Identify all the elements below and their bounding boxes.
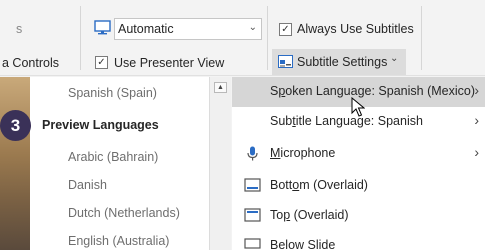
- language-item[interactable]: English (Australia): [68, 234, 169, 248]
- use-presenter-view-label[interactable]: Use Presenter View: [114, 56, 224, 70]
- subtitle-settings-label: Subtitle Settings: [297, 55, 388, 69]
- ribbon: s a Controls Automatic ⌄ ✓ Use Presenter…: [0, 0, 485, 76]
- menu-item-label: Subtitle Language: Spanish: [270, 114, 423, 128]
- language-item[interactable]: Dutch (Netherlands): [68, 206, 180, 220]
- always-use-subtitles-label[interactable]: Always Use Subtitles: [297, 22, 414, 36]
- monitor-icon: [94, 20, 111, 35]
- subtitle-settings-icon: [278, 55, 293, 68]
- chevron-down-icon: ⌄: [248, 22, 257, 33]
- ribbon-separator: [267, 6, 268, 70]
- step-badge: 3: [0, 110, 31, 141]
- menu-item-bottom-overlaid[interactable]: Bottom (Overlaid): [232, 171, 485, 201]
- menu-item-top-overlaid[interactable]: Top (Overlaid): [232, 201, 485, 231]
- slide-thumbnail: [0, 77, 30, 250]
- monitor-dropdown[interactable]: Automatic ⌄: [114, 18, 262, 40]
- always-use-subtitles-checkbox[interactable]: ✓: [279, 23, 292, 36]
- menu-item-label: Bottom (Overlaid): [270, 178, 368, 192]
- menu-item-label: Spoken Language: Spanish (Mexico): [270, 84, 476, 98]
- position-below-icon: [244, 238, 261, 249]
- monitor-dropdown-value: Automatic: [118, 22, 174, 36]
- chevron-down-icon: ⌄: [390, 53, 399, 64]
- section-heading: Preview Languages: [42, 118, 159, 132]
- menu-item-label: Below Slide: [270, 238, 336, 250]
- ribbon-partial-top-text: s: [16, 22, 23, 36]
- menu-item-microphone[interactable]: Microphone ›: [232, 139, 485, 169]
- chevron-right-icon: ›: [474, 112, 479, 128]
- language-item[interactable]: Danish: [68, 178, 107, 192]
- microphone-icon: [247, 146, 258, 161]
- ribbon-separator: [80, 6, 81, 70]
- mouse-cursor-icon: [351, 97, 365, 117]
- scroll-up-icon[interactable]: ▲: [214, 82, 227, 93]
- position-bottom-icon: [244, 178, 261, 192]
- language-list-scrollbar[interactable]: ▲: [209, 77, 231, 250]
- language-item[interactable]: Arabic (Bahrain): [68, 150, 158, 164]
- position-top-icon: [244, 208, 261, 222]
- menu-item-label: Microphone: [270, 146, 336, 160]
- language-list: Spanish (Spain) Preview Languages Arabic…: [30, 77, 231, 250]
- language-item[interactable]: Spanish (Spain): [68, 86, 157, 100]
- menu-item-label: Top (Overlaid): [270, 208, 349, 222]
- chevron-right-icon: ›: [474, 144, 479, 160]
- chevron-right-icon: ›: [474, 82, 479, 98]
- menu-item-below-slide[interactable]: Below Slide: [232, 231, 485, 250]
- ribbon-separator: [421, 6, 422, 70]
- use-presenter-view-checkbox[interactable]: ✓: [95, 56, 108, 69]
- subtitle-settings-button[interactable]: Subtitle Settings ⌄: [272, 49, 406, 75]
- media-controls-label[interactable]: a Controls: [2, 56, 59, 70]
